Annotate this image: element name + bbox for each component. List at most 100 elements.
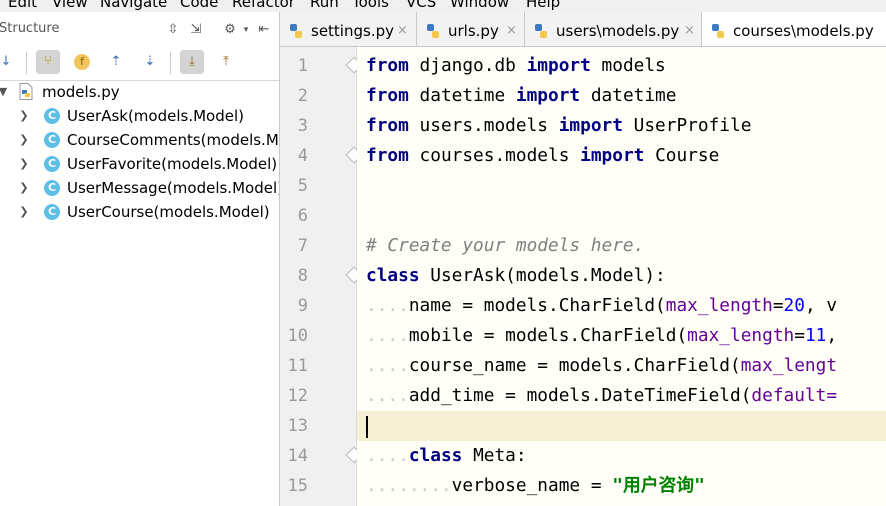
chevron-right-icon[interactable]: ❯: [18, 200, 30, 224]
chevron-right-icon[interactable]: ❯: [18, 152, 30, 176]
close-icon[interactable]: ×: [506, 12, 517, 46]
code-line[interactable]: from django.db import models: [357, 51, 886, 81]
toolbar-separator: [170, 52, 171, 74]
line-number: 9: [297, 296, 308, 316]
chevron-right-icon[interactable]: ❯: [18, 104, 30, 128]
chevron-right-icon[interactable]: ❯: [18, 176, 30, 200]
tab-label: users\models.py: [556, 22, 680, 40]
collapse-all-icon[interactable]: ⇲: [188, 22, 204, 38]
code-line[interactable]: [357, 201, 886, 231]
tree-file-label: models.py: [42, 83, 120, 101]
close-icon[interactable]: ×: [684, 12, 695, 46]
code-token: Meta:: [462, 445, 527, 466]
code-token: models: [590, 55, 666, 76]
menu-window[interactable]: Window: [450, 0, 509, 11]
code-token: # Create your models here.: [366, 235, 645, 256]
autoscroll-to-source-icon[interactable]: ⤓: [180, 50, 204, 74]
gear-dropdown-icon[interactable]: ▾: [238, 22, 254, 38]
code-token: add_time = models.DateTimeField(: [408, 385, 752, 406]
line-number: 4: [297, 146, 308, 166]
line-number: 13: [287, 416, 308, 436]
class-icon: C: [44, 204, 60, 220]
code-line[interactable]: class UserAsk(models.Model):: [357, 261, 886, 291]
code-token: =: [772, 295, 784, 316]
code-token: class: [408, 445, 463, 466]
code-line[interactable]: ....add_time = models.DateTimeField(defa…: [357, 381, 886, 411]
expand-all-icon[interactable]: ⇳: [165, 22, 181, 38]
code-line[interactable]: # Create your models here.: [357, 231, 886, 261]
tree-file-node[interactable]: ▼ models.py: [0, 80, 279, 104]
code-token: mobile = models.CharField(: [408, 325, 688, 346]
code-token: ....: [366, 445, 409, 466]
code-editor[interactable]: from django.db import models from datetim…: [357, 47, 886, 506]
close-icon[interactable]: ×: [397, 12, 408, 46]
hide-panel-icon[interactable]: ⇤: [256, 22, 272, 38]
code-token: ....: [366, 295, 409, 316]
code-token: ....: [366, 325, 409, 346]
code-token: max_length: [665, 295, 773, 316]
tab-label: courses\models.py: [733, 22, 874, 40]
code-line[interactable]: from courses.models import Course: [357, 141, 886, 171]
line-number: 10: [287, 326, 308, 346]
gear-icon[interactable]: ⚙: [222, 22, 238, 38]
tab-courses-models-py[interactable]: courses\models.py ×: [702, 12, 886, 46]
sort-alpha-icon[interactable]: ↓: [0, 50, 18, 74]
menu-help[interactable]: Help: [526, 0, 560, 11]
code-token: ,: [826, 325, 838, 346]
code-token: django.db: [408, 55, 527, 76]
chevron-down-icon[interactable]: ▼: [0, 80, 9, 104]
menu-vcs[interactable]: VCS: [406, 0, 436, 11]
tree-class-node[interactable]: ❯ C UserCourse(models.Model): [0, 200, 279, 224]
menu-navigate[interactable]: Navigate: [100, 0, 167, 11]
code-token: ....: [366, 385, 409, 406]
line-number: 12: [287, 386, 308, 406]
code-line[interactable]: [357, 411, 886, 441]
tree-class-node[interactable]: ❯ C UserAsk(models.Model): [0, 104, 279, 128]
class-icon: C: [44, 156, 60, 172]
python-file-icon: [427, 24, 439, 38]
menu-refactor[interactable]: Refactor: [232, 0, 295, 11]
collapse-icon[interactable]: ⇣: [138, 50, 162, 74]
tree-class-node[interactable]: ❯ C UserFavorite(models.Model): [0, 152, 279, 176]
class-icon: C: [44, 180, 60, 196]
line-number: 2: [297, 86, 308, 106]
menu-tools[interactable]: Tools: [352, 0, 389, 11]
tree-class-node[interactable]: ❯ C CourseComments(models.Model): [0, 128, 279, 152]
code-line[interactable]: from users.models import UserProfile: [357, 111, 886, 141]
tree-class-node[interactable]: ❯ C UserMessage(models.Model): [0, 176, 279, 200]
code-line[interactable]: from datetime import datetime: [357, 81, 886, 111]
autoscroll-from-source-icon[interactable]: ⤒: [214, 50, 238, 74]
code-line[interactable]: ....mobile = models.CharField(max_length…: [357, 321, 886, 351]
tab-users-models-py[interactable]: users\models.py ×: [525, 12, 702, 46]
line-number: 1: [297, 56, 308, 76]
menu-view[interactable]: View: [52, 0, 88, 11]
menu-run[interactable]: Run: [310, 0, 339, 11]
code-line[interactable]: ....name = models.CharField(max_length=2…: [357, 291, 886, 321]
menu-code[interactable]: Code: [180, 0, 218, 11]
python-file-icon: [19, 83, 33, 100]
tree-class-label: UserCourse(models.Model): [67, 203, 270, 221]
chevron-right-icon[interactable]: ❯: [18, 128, 30, 152]
menu-edit[interactable]: Edit: [8, 0, 37, 11]
show-inherited-icon[interactable]: ⑂: [36, 50, 60, 74]
tab-settings-py[interactable]: settings.py ×: [280, 12, 417, 46]
code-token: UserProfile: [622, 115, 752, 136]
show-fields-icon[interactable]: f: [70, 50, 94, 74]
code-line[interactable]: [357, 171, 886, 201]
code-token: 20: [783, 295, 805, 316]
text-caret: [366, 416, 368, 438]
code-line[interactable]: ....course_name = models.CharField(max_l…: [357, 351, 886, 381]
code-token: max_lengt: [740, 355, 838, 376]
code-token: Course: [644, 145, 720, 166]
expand-icon[interactable]: ⇡: [104, 50, 128, 74]
code-token: datetime: [408, 85, 516, 106]
line-number-gutter[interactable]: 1 2 3 4 5 6 7 8 9 10 11 12 13 14 15: [280, 47, 363, 506]
structure-toolbar: ↓ ⑂ f ⇡ ⇣ ⤓ ⤒: [0, 48, 279, 81]
code-token: users.models: [408, 115, 559, 136]
code-token: from: [366, 85, 409, 106]
code-line[interactable]: ....class Meta:: [357, 441, 886, 471]
code-token: import: [580, 145, 645, 166]
tab-urls-py[interactable]: urls.py ×: [417, 12, 525, 46]
code-line[interactable]: ........verbose_name = "用户咨询": [357, 471, 886, 501]
structure-title: Structure: [0, 21, 60, 36]
